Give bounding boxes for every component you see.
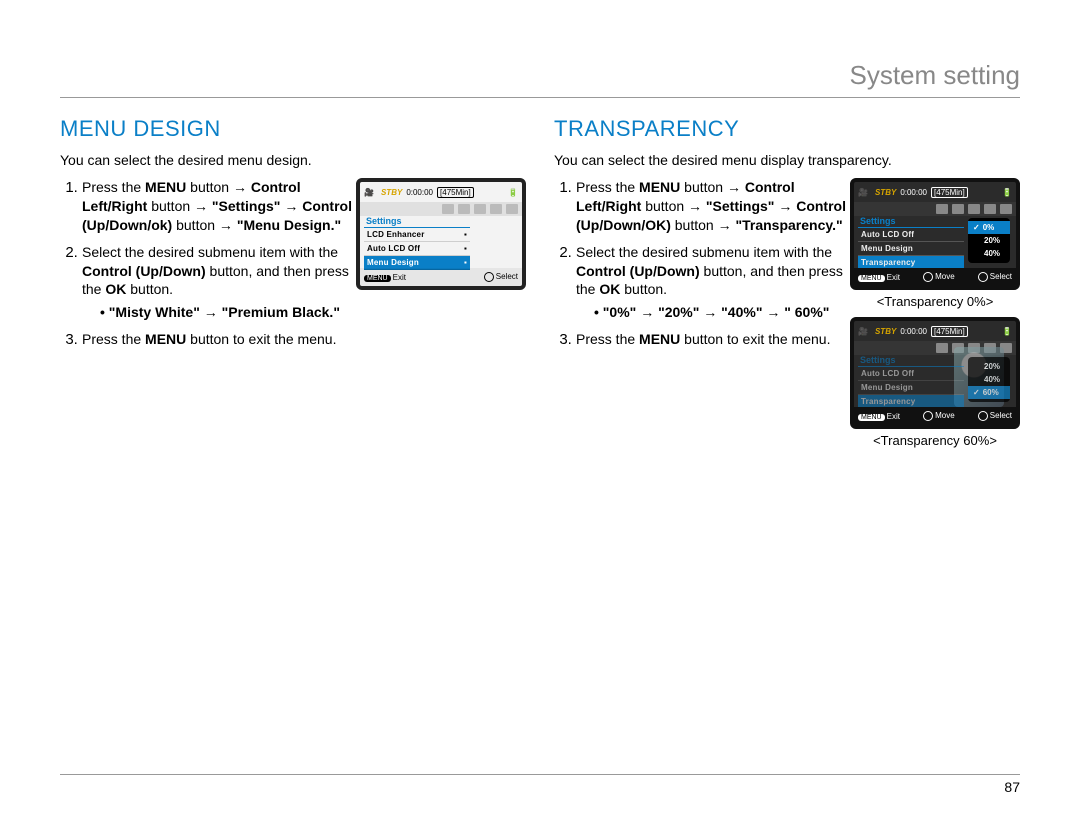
remain-box: [475Min] bbox=[931, 326, 968, 337]
move-label: Move bbox=[935, 411, 955, 420]
page-number: 87 bbox=[60, 774, 1020, 795]
exit-label: Exit bbox=[887, 412, 900, 421]
popup-row-selected: ✓ 0% bbox=[968, 221, 1010, 234]
page-header: System setting bbox=[60, 60, 1020, 98]
menu-pill: MENU bbox=[858, 275, 885, 282]
stby-label: STBY bbox=[875, 327, 896, 336]
exit-label: Exit bbox=[887, 273, 900, 282]
mode-icon: 🎥 bbox=[858, 327, 868, 336]
caption-transparency-0: <Transparency 0%> bbox=[850, 294, 1020, 309]
timecode: 0:00:00 bbox=[900, 327, 927, 336]
lcd-menu-design: 🎥 STBY 0:00:00 [475Min] 🔋 Settings LCD E… bbox=[356, 178, 526, 290]
mode-icon: 🎥 bbox=[364, 188, 374, 197]
menu-header: Settings bbox=[858, 216, 964, 228]
menu-row: Auto LCD Off bbox=[858, 228, 964, 242]
move-icon bbox=[923, 411, 933, 421]
caption-transparency-60: <Transparency 60%> bbox=[850, 433, 1020, 448]
stby-label: STBY bbox=[875, 188, 896, 197]
remain-box: [475Min] bbox=[437, 187, 474, 198]
battery-icon: 🔋 bbox=[508, 188, 518, 197]
exit-label: Exit bbox=[393, 273, 406, 282]
move-label: Move bbox=[935, 272, 955, 281]
popup-row: 20% bbox=[968, 360, 1010, 373]
select-icon bbox=[978, 272, 988, 282]
step-3: Press the MENU button to exit the menu. bbox=[82, 330, 526, 349]
battery-icon: 🔋 bbox=[1002, 327, 1012, 336]
transparency-screenshots: 🎥 STBY 0:00:00 [475Min] 🔋 Settings Auto … bbox=[850, 178, 1020, 456]
menu-pill: MENU bbox=[858, 414, 885, 421]
battery-icon: 🔋 bbox=[1002, 188, 1012, 197]
menu-row: LCD Enhancer▪ bbox=[364, 228, 470, 242]
menu-row: Menu Design bbox=[858, 242, 964, 256]
transparency-intro: You can select the desired menu display … bbox=[554, 152, 1020, 168]
section-menu-design: MENU DESIGN You can select the desired m… bbox=[60, 116, 526, 456]
move-icon bbox=[923, 272, 933, 282]
menu-row: Auto LCD Off bbox=[858, 367, 964, 381]
transparency-popup: ✓ 0% 20% 40% bbox=[968, 218, 1010, 263]
section-transparency: TRANSPARENCY You can select the desired … bbox=[554, 116, 1020, 456]
menu-row: Auto LCD Off▪ bbox=[364, 242, 470, 256]
timecode: 0:00:00 bbox=[406, 188, 433, 197]
select-label: Select bbox=[990, 411, 1012, 420]
popup-row: 20% bbox=[968, 234, 1010, 247]
menu-header: Settings bbox=[858, 355, 964, 367]
select-icon bbox=[978, 411, 988, 421]
timecode: 0:00:00 bbox=[900, 188, 927, 197]
popup-row: 40% bbox=[968, 373, 1010, 386]
select-label: Select bbox=[496, 272, 518, 281]
menu-pill: MENU bbox=[364, 275, 391, 282]
transparency-title: TRANSPARENCY bbox=[554, 116, 1020, 142]
mode-icon: 🎥 bbox=[858, 188, 868, 197]
transparency-popup: 20% 40% ✓ 60% bbox=[968, 357, 1010, 402]
menu-design-intro: You can select the desired menu design. bbox=[60, 152, 526, 168]
menu-design-title: MENU DESIGN bbox=[60, 116, 526, 142]
select-label: Select bbox=[990, 272, 1012, 281]
menu-header: Settings bbox=[364, 216, 470, 228]
lcd-transparency-60: 🎥 STBY 0:00:00 [475Min] 🔋 Settings Auto … bbox=[850, 317, 1020, 429]
menu-row: Menu Design bbox=[858, 381, 964, 395]
remain-box: [475Min] bbox=[931, 187, 968, 198]
popup-row: 40% bbox=[968, 247, 1010, 260]
stby-label: STBY bbox=[381, 188, 402, 197]
ok-icon bbox=[484, 272, 494, 282]
bullet-option: "Misty White" → "Premium Black." bbox=[100, 303, 526, 322]
lcd-transparency-0: 🎥 STBY 0:00:00 [475Min] 🔋 Settings Auto … bbox=[850, 178, 1020, 290]
popup-row-selected: ✓ 60% bbox=[968, 386, 1010, 399]
menu-design-screenshot: 🎥 STBY 0:00:00 [475Min] 🔋 Settings LCD E… bbox=[356, 178, 526, 290]
